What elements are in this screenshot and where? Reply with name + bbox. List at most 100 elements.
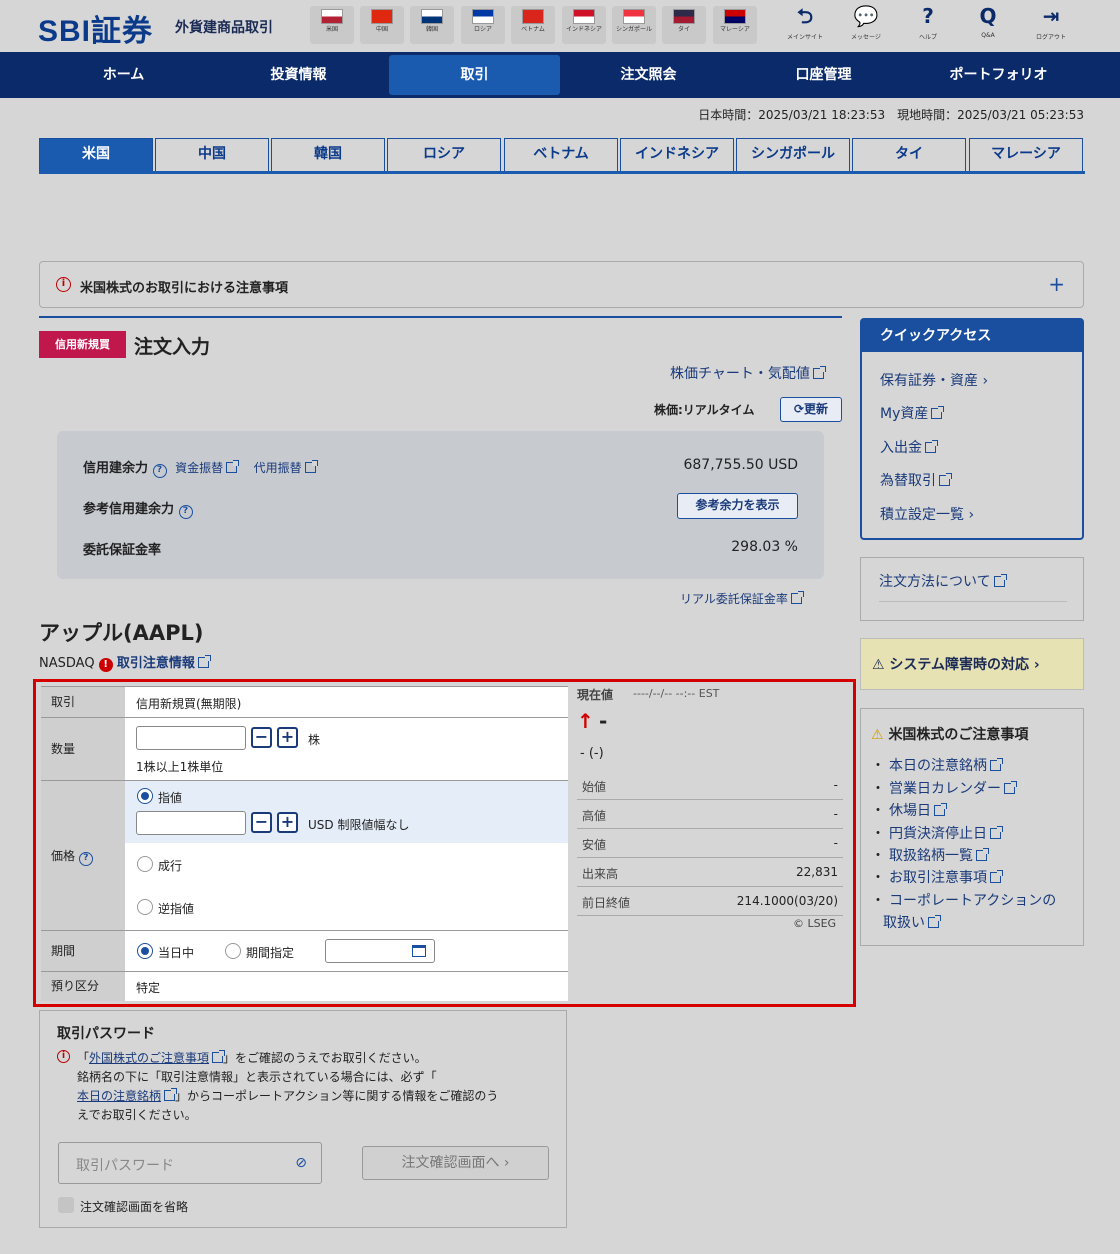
tab-country-8[interactable]: マレーシア (969, 138, 1083, 171)
flag-2[interactable]: 韓国 (410, 6, 454, 44)
header-icon-label: メッセージ (851, 34, 881, 41)
expand-icon[interactable]: + (1048, 272, 1065, 296)
flag-label: ロシア (473, 26, 492, 33)
show-ref-credit-button[interactable]: 参考余力を表示 (677, 493, 798, 519)
flag-label: 韓国 (425, 26, 438, 33)
us-note-item-5[interactable]: ・お取引注意事項 (871, 867, 1003, 887)
date-input[interactable] (325, 939, 435, 963)
stop-radio[interactable] (137, 899, 153, 915)
quick-item-1[interactable]: My資産 (880, 403, 945, 423)
quick-item-0[interactable]: 保有証券・資産 › (880, 370, 988, 390)
header-icon-0[interactable]: ⮌ メインサイト (779, 4, 831, 48)
nav-3[interactable]: 注文照会 (563, 55, 734, 95)
stop-label: 逆指値 (158, 902, 195, 916)
help-icon[interactable]: ? (152, 464, 167, 478)
us-note-item-6[interactable]: ・コーポレートアクションの (871, 890, 1056, 910)
trade-row: 取引 信用新規買(無期限) (41, 686, 568, 718)
quantity-unit: 株 (308, 733, 321, 747)
flag-6[interactable]: シンガポール (612, 6, 656, 44)
today-radio[interactable] (137, 943, 153, 959)
help-icon[interactable]: ? (78, 852, 93, 866)
header-icon-1[interactable]: 💬 メッセージ (840, 4, 892, 48)
foreign-notes-link[interactable]: 外国株式のご注意事項 (89, 1050, 226, 1065)
tab-country-2[interactable]: 韓国 (271, 138, 385, 171)
external-link-icon (212, 1050, 226, 1063)
external-link-icon (990, 826, 1003, 839)
system-failure-link[interactable]: ⚠ システム障害時の対応 › (860, 638, 1084, 690)
help-icon[interactable]: ? (178, 505, 193, 519)
credit-panel: 信用建余力 ? 資金振替 代用振替 687,755.50 USD 参考信用建余力… (57, 431, 824, 579)
header-icon-4[interactable]: ⇥ ログアウト (1025, 4, 1077, 48)
nav-1[interactable]: 投資情報 (213, 55, 384, 95)
header-icon-2[interactable]: ? ヘルプ (902, 4, 954, 48)
us-note-label: 取扱い (883, 915, 925, 931)
us-note-label: 取扱銘柄一覧 (889, 848, 973, 864)
quantity-plus-button[interactable]: + (277, 727, 298, 748)
limit-radio[interactable] (137, 788, 153, 804)
skip-checkbox[interactable] (58, 1197, 74, 1213)
us-note-item-3[interactable]: ・円貨決済停止日 (871, 823, 1003, 843)
us-note-item-4[interactable]: ・取扱銘柄一覧 (871, 845, 989, 865)
fund-transfer-link[interactable]: 資金振替 (175, 460, 240, 475)
bullet: ・ (871, 893, 885, 909)
market-radio[interactable] (137, 856, 153, 872)
confirm-button[interactable]: 注文確認画面へ › (362, 1146, 549, 1180)
quick-item-3[interactable]: 為替取引 (880, 470, 952, 490)
quantity-minus-button[interactable]: − (251, 727, 272, 748)
tab-country-6[interactable]: シンガポール (736, 138, 850, 171)
price-plus-button[interactable]: + (277, 812, 298, 833)
chart-link-label: 株価チャート・気配値 (670, 366, 810, 382)
us-note-item-7[interactable]: 取扱い (883, 912, 941, 932)
howto-box: 注文方法について (860, 557, 1084, 621)
tab-country-7[interactable]: タイ (852, 138, 966, 171)
eye-off-icon[interactable]: ⊘ (295, 1155, 307, 1171)
flag-7[interactable]: タイ (662, 6, 706, 44)
tab-country-1[interactable]: 中国 (155, 138, 269, 171)
us-note-item-1[interactable]: ・営業日カレンダー (871, 778, 1017, 798)
today-caution-link[interactable]: 本日の注意銘柄 (77, 1088, 178, 1103)
flag-label: ベトナム (521, 26, 545, 33)
tab-country-3[interactable]: ロシア (387, 138, 501, 171)
price-minus-button[interactable]: − (251, 812, 272, 833)
tab-country-0[interactable]: 米国 (39, 138, 153, 171)
password-input[interactable]: 取引パスワード ⊘ (58, 1142, 322, 1184)
flag-1[interactable]: 中国 (360, 6, 404, 44)
us-note-item-0[interactable]: ・本日の注意銘柄 (871, 755, 1003, 775)
nav-0[interactable]: ホーム (38, 55, 209, 95)
nav-2[interactable]: 取引 (389, 55, 560, 95)
flag-0[interactable]: 米国 (310, 6, 354, 44)
flag-3[interactable]: ロシア (461, 6, 505, 44)
quick-access-title: クイックアクセス (862, 320, 1082, 352)
price-row: 価格 ? 指値 − + USD 制限値幅なし 成行 逆指値 (41, 781, 568, 931)
collateral-transfer-link[interactable]: 代用振替 (254, 460, 318, 475)
period-spec-radio[interactable] (225, 943, 241, 959)
bullet: ・ (871, 848, 885, 864)
quick-item-2[interactable]: 入出金 (880, 437, 938, 457)
us-note-item-2[interactable]: ・休場日 (871, 800, 947, 820)
flag-label: インドネシア (565, 26, 602, 33)
quantity-input[interactable] (136, 726, 246, 750)
chart-link[interactable]: 株価チャート・気配値 (670, 363, 826, 383)
real-margin-link[interactable]: リアル委託保証金率 (680, 590, 804, 607)
header-icon-3[interactable]: Q Q&A (962, 4, 1014, 48)
limit-price-input[interactable] (136, 811, 246, 835)
refresh-button[interactable]: ⟳更新 (780, 397, 842, 422)
tab-country-5[interactable]: インドネシア (620, 138, 734, 171)
caution-link[interactable]: 取引注意情報 (117, 655, 211, 671)
flag-4[interactable]: ベトナム (511, 6, 555, 44)
nav-5[interactable]: ポートフォリオ (913, 55, 1084, 95)
quick-item-4[interactable]: 積立設定一覧 › (880, 504, 974, 524)
data-credit: © LSEG (793, 917, 837, 930)
howto-link[interactable]: 注文方法について (879, 571, 1007, 591)
external-link-icon (939, 473, 952, 486)
sbi-logo[interactable]: SBI証券 (38, 6, 153, 50)
flag-5[interactable]: インドネシア (562, 6, 606, 44)
flag-8[interactable]: マレーシア (713, 6, 757, 44)
note-text: 」をご確認のうえでお取引ください。 (223, 1051, 427, 1065)
note-line2: 銘柄名の下に「取引注意情報」と表示されている場合には、必ず「 (77, 1070, 437, 1084)
tab-country-4[interactable]: ベトナム (504, 138, 618, 171)
calendar-icon[interactable] (412, 945, 426, 957)
main-nav: ホーム 投資情報 取引 注文照会 口座管理 ポートフォリオ (0, 52, 1120, 98)
notice-accordion[interactable]: i 米国株式のお取引における注意事項 + (39, 261, 1084, 308)
nav-4[interactable]: 口座管理 (738, 55, 909, 95)
